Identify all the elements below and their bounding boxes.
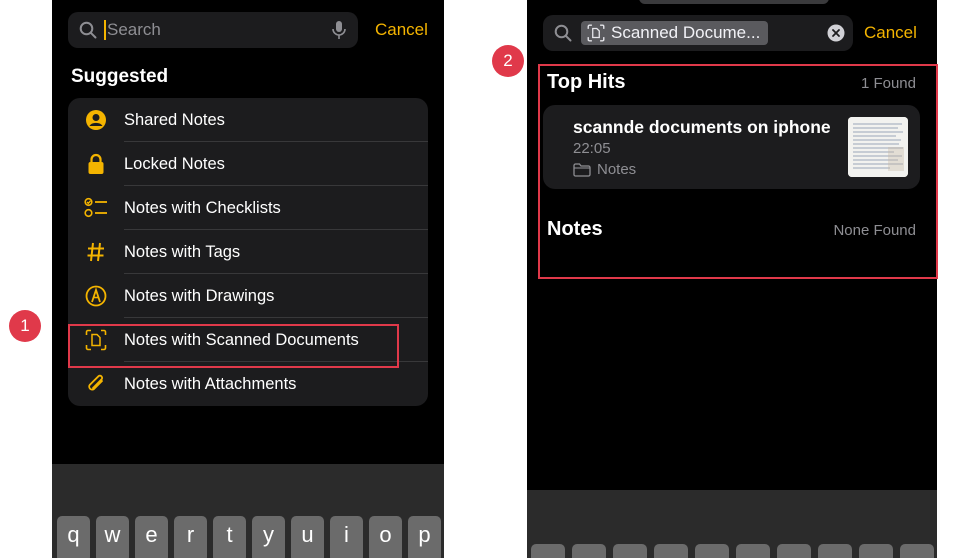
keyboard-key[interactable] xyxy=(531,544,565,558)
keyboard-key[interactable] xyxy=(818,544,852,558)
cancel-button[interactable]: Cancel xyxy=(375,20,428,40)
suggested-item-shared-notes[interactable]: Shared Notes xyxy=(68,98,428,142)
search-token-label: Scanned Docume... xyxy=(611,23,761,42)
suggested-item-label: Notes with Tags xyxy=(124,242,241,261)
key-p[interactable]: p xyxy=(408,516,441,558)
keyboard-key[interactable] xyxy=(736,544,770,558)
search-icon xyxy=(553,23,573,43)
lock-icon xyxy=(68,153,124,175)
person-circle-icon xyxy=(68,109,124,131)
highlight-box-scanned-documents xyxy=(68,324,399,368)
key-q[interactable]: q xyxy=(57,516,90,558)
keyboard-key[interactable] xyxy=(654,544,688,558)
key-r[interactable]: r xyxy=(174,516,207,558)
pencil-circle-icon xyxy=(68,285,124,307)
suggested-heading: Suggested xyxy=(71,66,169,87)
highlight-box-search-results xyxy=(538,64,938,279)
keyboard: q w e r t y u i o p xyxy=(52,464,444,558)
step-badge-1: 1 xyxy=(9,310,41,342)
keyboard-key[interactable] xyxy=(613,544,647,558)
key-t[interactable]: t xyxy=(213,516,246,558)
step-badge-2: 2 xyxy=(492,45,524,77)
text-caret xyxy=(104,20,106,41)
hashtag-icon xyxy=(68,241,124,263)
keyboard-key[interactable] xyxy=(900,544,934,558)
left-phone-screen: Search Cancel Suggested Shared Notes Loc… xyxy=(52,0,444,558)
suggested-item-label: Notes with Drawings xyxy=(124,286,275,305)
suggested-item-label: Notes with Checklists xyxy=(124,198,281,217)
keyboard-key[interactable] xyxy=(777,544,811,558)
search-field[interactable]: Scanned Docume... xyxy=(543,15,853,51)
suggested-item-tags[interactable]: Notes with Tags xyxy=(68,230,428,274)
key-o[interactable]: o xyxy=(369,516,402,558)
paperclip-icon xyxy=(68,373,124,395)
key-w[interactable]: w xyxy=(96,516,129,558)
clear-search-icon[interactable] xyxy=(827,24,845,42)
scanned-document-icon xyxy=(587,24,605,42)
search-token-scanned-documents[interactable]: Scanned Docume... xyxy=(581,21,769,45)
microphone-icon[interactable] xyxy=(330,20,348,40)
keyboard-key[interactable] xyxy=(695,544,729,558)
keyboard-key[interactable] xyxy=(572,544,606,558)
key-y[interactable]: y xyxy=(252,516,285,558)
suggested-item-checklists[interactable]: Notes with Checklists xyxy=(68,186,428,230)
search-input[interactable]: Search xyxy=(104,20,330,41)
suggested-item-attachments[interactable]: Notes with Attachments xyxy=(68,362,428,406)
key-i[interactable]: i xyxy=(330,516,363,558)
search-field[interactable]: Search xyxy=(68,12,358,48)
suggested-item-locked-notes[interactable]: Locked Notes xyxy=(68,142,428,186)
keyboard xyxy=(527,490,937,558)
suggested-item-label: Shared Notes xyxy=(124,110,225,129)
search-placeholder: Search xyxy=(107,19,161,39)
top-bar-remnant xyxy=(639,0,829,4)
keyboard-key[interactable] xyxy=(859,544,893,558)
suggested-item-label: Notes with Attachments xyxy=(124,374,297,393)
checklist-icon xyxy=(68,197,124,219)
key-u[interactable]: u xyxy=(291,516,324,558)
cancel-button[interactable]: Cancel xyxy=(864,23,917,43)
suggested-item-drawings[interactable]: Notes with Drawings xyxy=(68,274,428,318)
suggested-item-label: Locked Notes xyxy=(124,154,225,173)
search-icon xyxy=(78,20,98,40)
key-e[interactable]: e xyxy=(135,516,168,558)
